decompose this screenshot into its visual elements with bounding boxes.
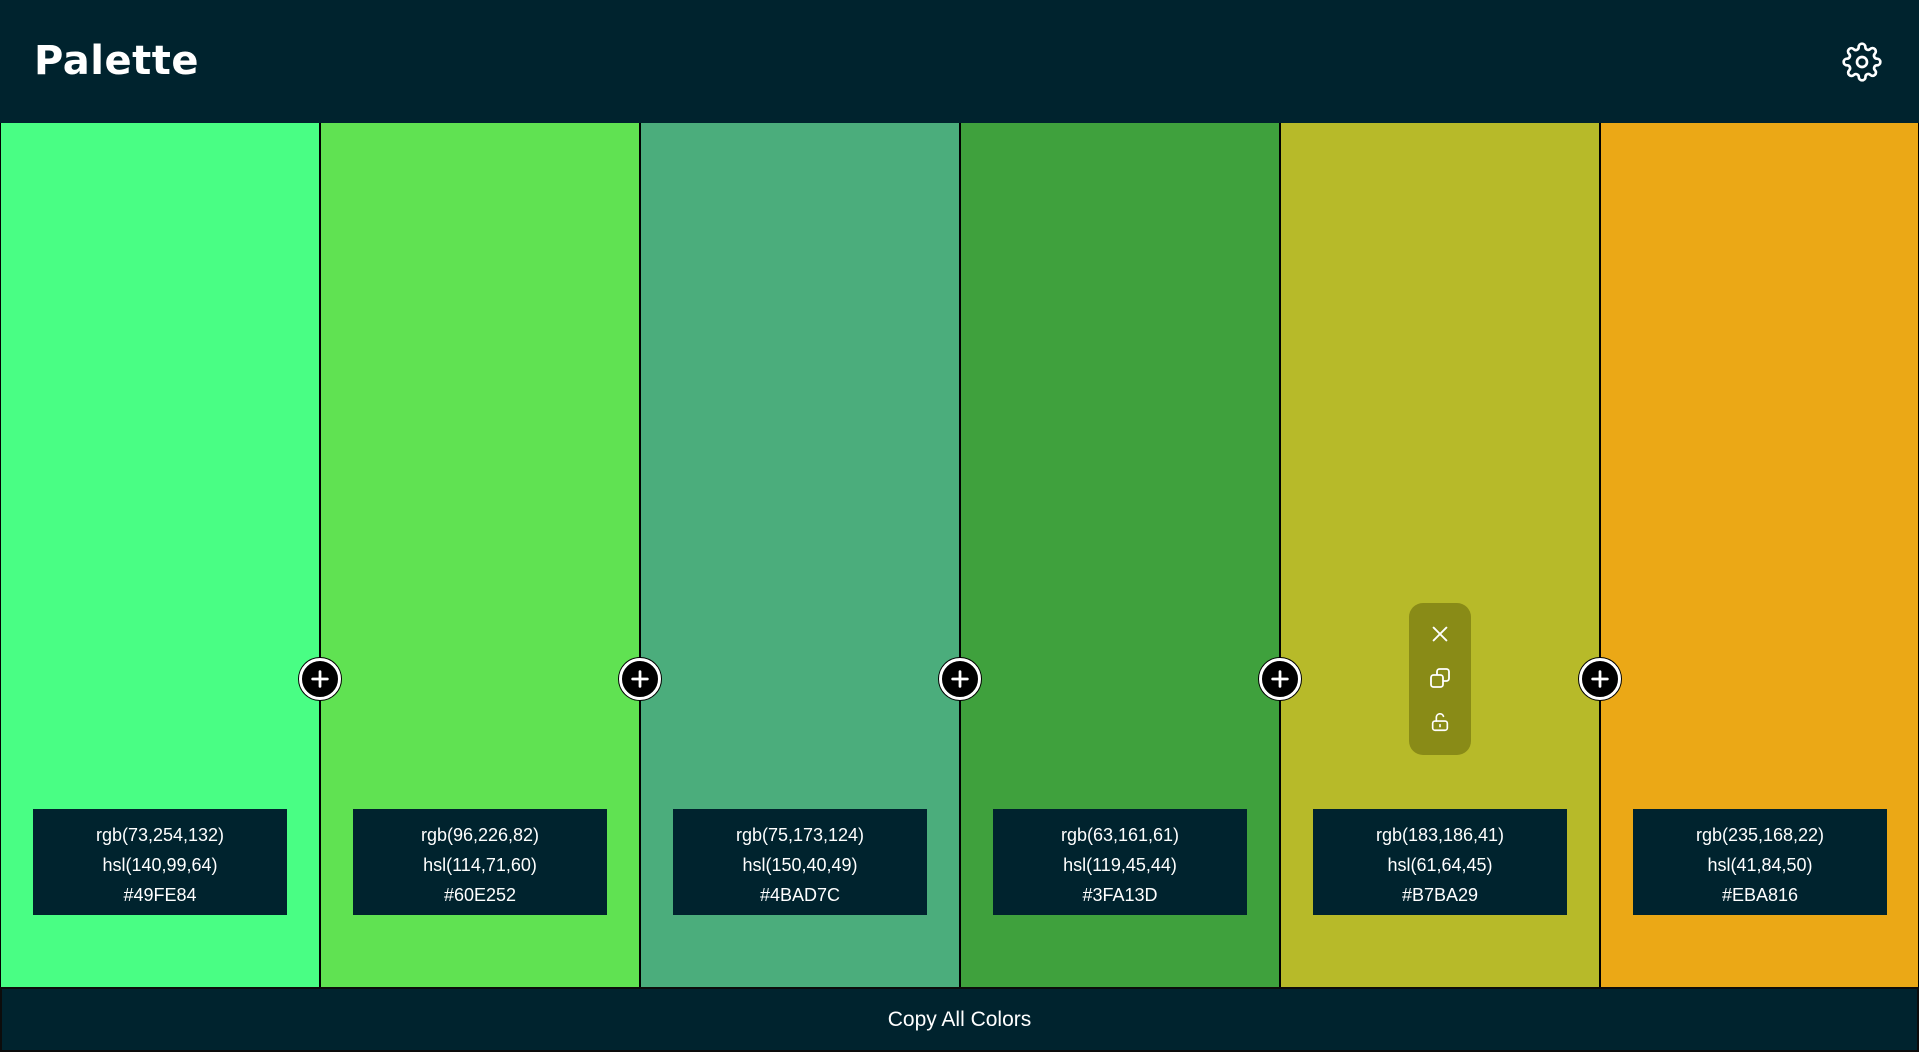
color-info-box[interactable]: rgb(183,186,41) hsl(61,64,45) #B7BA29 [1313,809,1567,915]
hsl-value: hsl(140,99,64) [102,855,218,875]
copy-color-button[interactable] [1425,663,1455,693]
lock-color-button[interactable] [1425,707,1455,737]
plus-icon [631,670,649,688]
hex-value: #4BAD7C [759,885,841,905]
rgb-value: rgb(183,186,41) [1375,825,1505,845]
hex-value: #3FA13D [1082,885,1158,905]
add-color-button-1[interactable] [299,658,341,700]
color-swatch-4[interactable]: rgb(63,161,61) hsl(119,45,44) #3FA13D [960,123,1280,987]
hsl-value: hsl(119,45,44) [1063,855,1177,875]
add-color-button-2[interactable] [619,658,661,700]
color-info-box[interactable]: rgb(75,173,124) hsl(150,40,49) #4BAD7C [673,809,927,915]
plus-icon [1271,670,1289,688]
color-info-box[interactable]: rgb(96,226,82) hsl(114,71,60) #60E252 [353,809,607,915]
gear-icon [1842,42,1882,82]
plus-icon [311,670,329,688]
palette-app: Palette rgb(73,254,132) hsl(140,99,64) #… [0,0,1919,1052]
color-swatch-6[interactable]: rgb(235,168,22) hsl(41,84,50) #EBA816 [1600,123,1919,987]
hsl-value: hsl(150,40,49) [742,855,858,875]
rgb-value: rgb(63,161,61) [1060,825,1180,845]
rgb-value: rgb(75,173,124) [735,825,865,845]
add-color-button-3[interactable] [939,658,981,700]
color-info-box[interactable]: rgb(235,168,22) hsl(41,84,50) #EBA816 [1633,809,1887,915]
close-icon [1432,626,1448,642]
color-info-box[interactable]: rgb(63,161,61) hsl(119,45,44) #3FA13D [993,809,1247,915]
copy-all-colors-label: Copy All Colors [887,1007,1032,1031]
unlock-icon [1431,712,1449,732]
plus-icon [951,670,969,688]
color-info-box[interactable]: rgb(73,254,132) hsl(140,99,64) #49FE84 [33,809,287,915]
app-header: Palette [0,0,1919,123]
hex-value: #B7BA29 [1401,885,1479,905]
hex-value: #EBA816 [1721,885,1799,905]
color-palette: rgb(73,254,132) hsl(140,99,64) #49FE84 r… [0,123,1919,987]
color-swatch-5[interactable]: rgb(183,186,41) hsl(61,64,45) #B7BA29 [1280,123,1600,987]
rgb-value: rgb(96,226,82) [420,825,540,845]
hsl-value: hsl(61,64,45) [1387,855,1493,875]
app-title: Palette [34,38,199,84]
add-color-button-5[interactable] [1579,658,1621,700]
plus-icon [1591,670,1609,688]
color-swatch-1[interactable]: rgb(73,254,132) hsl(140,99,64) #49FE84 [0,123,320,987]
hex-value: #49FE84 [123,885,197,905]
rgb-value: rgb(73,254,132) [95,825,225,845]
color-swatch-3[interactable]: rgb(75,173,124) hsl(150,40,49) #4BAD7C [640,123,960,987]
add-color-button-4[interactable] [1259,658,1301,700]
rgb-value: rgb(235,168,22) [1695,825,1825,845]
copy-icon [1430,668,1450,688]
settings-button[interactable] [1840,40,1884,84]
remove-color-button[interactable] [1425,619,1455,649]
hsl-value: hsl(41,84,50) [1707,855,1813,875]
copy-all-colors-button[interactable]: Copy All Colors [0,987,1919,1052]
color-swatch-2[interactable]: rgb(96,226,82) hsl(114,71,60) #60E252 [320,123,640,987]
hsl-value: hsl(114,71,60) [423,855,537,875]
swatch-toolbar [1409,603,1471,755]
hex-value: #60E252 [443,885,517,905]
